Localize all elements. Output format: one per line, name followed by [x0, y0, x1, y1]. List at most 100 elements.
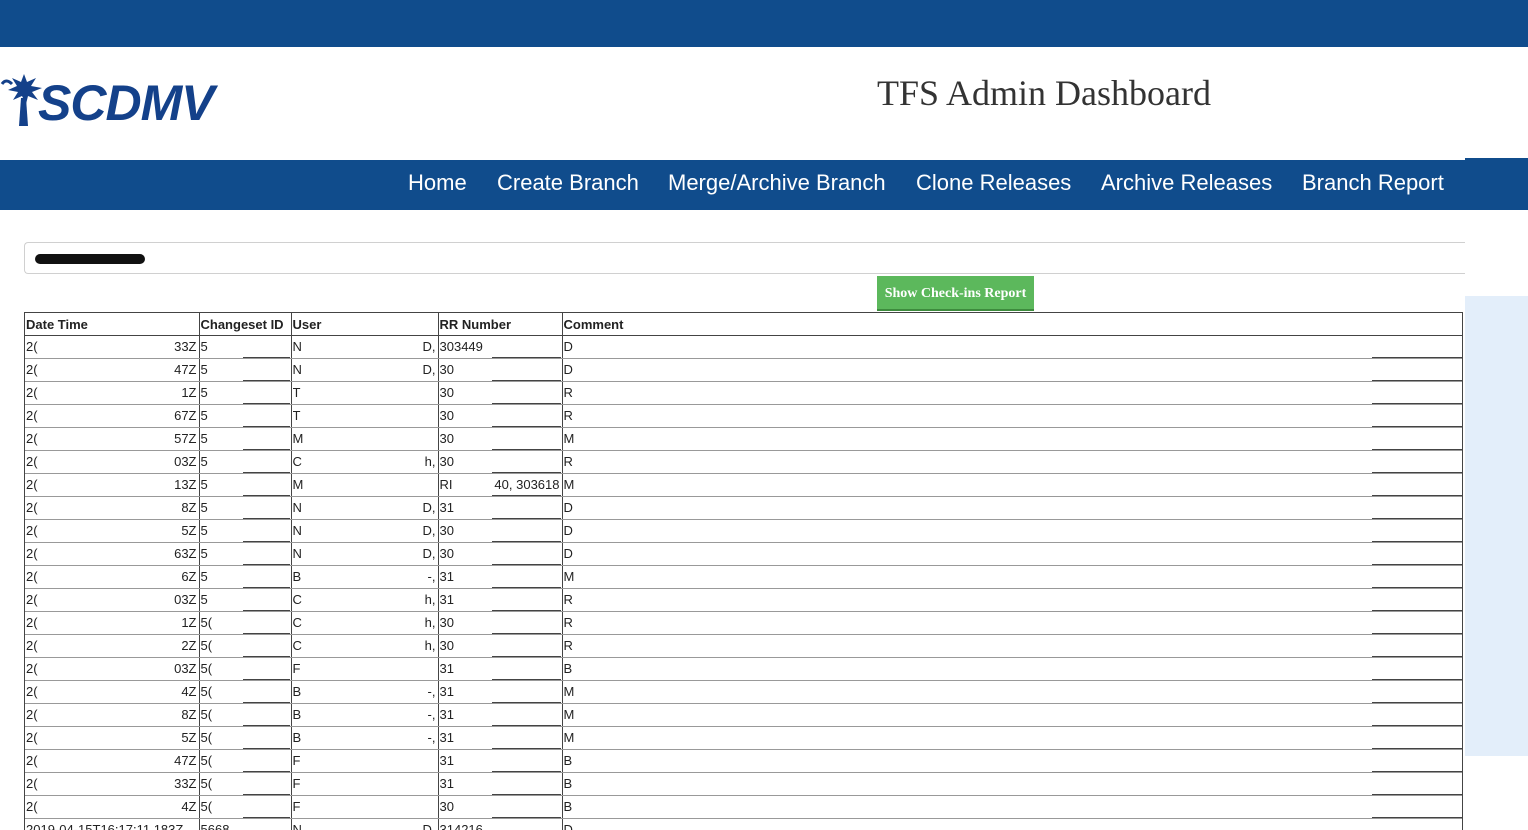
user-start: M — [292, 477, 304, 492]
cell-underline — [1371, 817, 1462, 818]
datetime-start: 2( — [26, 454, 38, 469]
comment-value: D — [563, 546, 573, 561]
user-end: h, — [424, 454, 436, 469]
cell-underline — [491, 587, 561, 588]
user-end: -, — [427, 707, 436, 722]
cell-user: F — [291, 795, 439, 819]
cell-rr-number: 30 — [438, 611, 563, 635]
cell-user: N D, — [291, 519, 439, 543]
table-row: 2(8Z 5 N D, 31 D — [25, 496, 1462, 520]
rr-start: 31 — [439, 592, 454, 607]
rr-start: 31 — [439, 500, 454, 515]
user-end: h, — [424, 615, 436, 630]
cell-user: B -, — [291, 726, 439, 750]
datetime-end: 1Z — [181, 385, 197, 400]
cell-changeset-id: 5( — [199, 680, 292, 704]
datetime-end: 2Z — [181, 638, 197, 653]
cell-underline — [491, 426, 561, 427]
table-row: 2(4Z 5(B -, 31 M — [25, 680, 1462, 704]
cell-datetime: 2( 4Z — [25, 680, 200, 704]
nav-create-branch[interactable]: Create Branch — [497, 170, 639, 196]
user-start: C — [292, 638, 302, 653]
cell-comment: D — [562, 542, 1462, 566]
cell-underline — [242, 725, 290, 726]
user-start: B — [292, 569, 302, 584]
changeset-value: 5 — [200, 477, 208, 492]
right-side-panel — [1465, 296, 1528, 756]
cell-underline — [491, 817, 561, 818]
table-row: 2(5Z 5(B -, 31 M — [25, 726, 1462, 750]
table-row: 2(03Z 5 Ch, 30 R — [25, 450, 1462, 474]
cell-user: T — [291, 404, 439, 428]
changeset-value: 5( — [200, 730, 213, 745]
datetime-start: 2( — [26, 684, 38, 699]
rr-start: 31 — [439, 569, 454, 584]
nav-extension — [1465, 158, 1528, 210]
changeset-value: 5 — [200, 454, 208, 469]
table-row: 2(47Z 5(F 31 B — [25, 749, 1462, 773]
nav-archive-releases[interactable]: Archive Releases — [1101, 170, 1272, 196]
datetime-end: 6Z — [181, 569, 197, 584]
nav-merge-archive-branch[interactable]: Merge/Archive Branch — [668, 170, 886, 196]
datetime-end: 4Z — [181, 684, 197, 699]
rr-start: 30 — [439, 799, 454, 814]
cell-comment: M — [562, 565, 1462, 589]
cell-underline — [242, 610, 290, 611]
col-user[interactable]: User — [291, 313, 439, 336]
cell-user: Ch, — [291, 450, 439, 474]
cell-underline — [1371, 518, 1462, 519]
col-datetime[interactable]: Date Time — [25, 313, 200, 336]
scdmv-logo[interactable]: SCDMV — [0, 70, 215, 132]
cell-datetime: 2(5Z — [25, 519, 200, 543]
rr-start: 30 — [439, 431, 454, 446]
nav-home[interactable]: Home — [408, 170, 467, 196]
cell-underline — [242, 357, 290, 358]
cell-user: N D, — [291, 818, 439, 830]
comment-value: R — [563, 385, 573, 400]
user-start: N — [292, 339, 302, 354]
rr-start: 31 — [439, 753, 454, 768]
cell-datetime: 2(8Z — [25, 496, 200, 520]
col-rr-number[interactable]: RR Number — [438, 313, 563, 336]
comment-value: D — [563, 339, 573, 354]
table-row: 2(47Z 5 N D, 30 D — [25, 358, 1462, 382]
cell-user: M — [291, 427, 439, 451]
col-changeset-id[interactable]: Changeset ID — [199, 313, 292, 336]
cell-rr-number: 30 — [438, 404, 563, 428]
cell-changeset-id: 5 — [199, 358, 292, 382]
cell-underline — [1371, 426, 1462, 427]
show-checkins-report-button[interactable]: Show Check-ins Report — [877, 276, 1034, 311]
comment-value: D — [563, 523, 573, 538]
cell-underline — [1371, 541, 1462, 542]
user-end: h, — [424, 592, 436, 607]
cell-changeset-id: 5 — [199, 381, 292, 405]
cell-rr-number: RI 40, 303618 — [438, 473, 563, 497]
cell-rr-number: 31 — [438, 703, 563, 727]
user-end: D, — [422, 546, 436, 561]
changeset-value: 5( — [200, 776, 213, 791]
rr-start: RI — [439, 477, 453, 492]
cell-changeset-id: 5 — [199, 565, 292, 589]
comment-value: D — [563, 500, 573, 515]
cell-underline — [491, 403, 561, 404]
cell-datetime: 2(6Z — [25, 565, 200, 589]
user-end: -, — [427, 684, 436, 699]
changeset-value: 5 — [200, 523, 208, 538]
cell-rr-number: 31 — [438, 588, 563, 612]
table-row: 2(6Z 5 B -, 31 M — [25, 565, 1462, 589]
nav-branch-report[interactable]: Branch Report — [1302, 170, 1444, 196]
cell-datetime: 2(57Z — [25, 427, 200, 451]
cell-user: N D, — [291, 496, 439, 520]
cell-underline — [491, 472, 561, 473]
datetime-end: 33Z — [174, 339, 197, 354]
datetime-end: 03Z — [174, 592, 197, 607]
table-row: 2(63Z 5 N D, 30 D — [25, 542, 1462, 566]
rr-start: 30 — [439, 454, 454, 469]
nav-clone-releases[interactable]: Clone Releases — [916, 170, 1071, 196]
cell-datetime: 2(2Z — [25, 634, 200, 658]
cell-user: Ch, — [291, 588, 439, 612]
cell-rr-number: 30 — [438, 795, 563, 819]
table-row: 2(1Z 5(Ch, 30 R — [25, 611, 1462, 635]
col-comment[interactable]: Comment — [562, 313, 1462, 336]
branch-input[interactable] — [24, 242, 1465, 274]
